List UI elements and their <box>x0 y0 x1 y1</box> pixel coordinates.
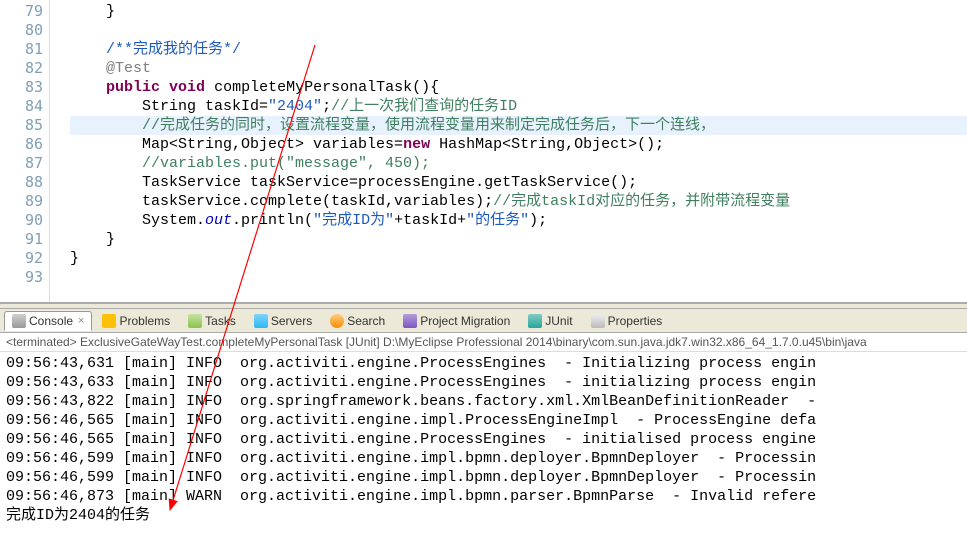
tab-properties[interactable]: Properties <box>583 311 671 331</box>
tab-problems[interactable]: Problems <box>94 311 178 331</box>
code-line[interactable]: } <box>70 2 967 21</box>
console-line: 09:56:46,599 [main] INFO org.activiti.en… <box>6 468 961 487</box>
code-line[interactable]: String taskId="2404";//上一次我们查询的任务ID <box>70 97 967 116</box>
code-editor[interactable]: 798081828384858687888990919293 } /**完成我的… <box>0 0 967 303</box>
bottom-tabs-bar: Console × Problems Tasks Servers Search Projec… <box>0 309 967 333</box>
tab-label: Tasks <box>205 314 236 328</box>
line-number: 84 <box>0 97 43 116</box>
code-line[interactable]: Map<String,Object> variables=new HashMap… <box>70 135 967 154</box>
tab-console[interactable]: Console × <box>4 311 92 331</box>
console-output[interactable]: 09:56:43,631 [main] INFO org.activiti.en… <box>0 352 967 527</box>
line-number: 87 <box>0 154 43 173</box>
code-line[interactable] <box>70 268 967 287</box>
line-number: 86 <box>0 135 43 154</box>
properties-icon <box>591 314 605 328</box>
console-line: 09:56:43,822 [main] INFO org.springframe… <box>6 392 961 411</box>
servers-icon <box>254 314 268 328</box>
code-line[interactable]: public void completeMyPersonalTask(){ <box>70 78 967 97</box>
tab-label: Problems <box>119 314 170 328</box>
line-number: 90 <box>0 211 43 230</box>
line-number: 85 <box>0 116 43 135</box>
tab-label: JUnit <box>545 314 572 328</box>
line-number: 79 <box>0 2 43 21</box>
console-line: 09:56:43,633 [main] INFO org.activiti.en… <box>6 373 961 392</box>
console-status-bar: <terminated> ExclusiveGateWayTest.comple… <box>0 333 967 352</box>
problems-icon <box>102 314 116 328</box>
code-content[interactable]: } /**完成我的任务*/ @Test public void complete… <box>50 0 967 302</box>
console-line: 09:56:46,599 [main] INFO org.activiti.en… <box>6 449 961 468</box>
line-number: 81 <box>0 40 43 59</box>
code-line[interactable]: taskService.complete(taskId,variables);/… <box>70 192 967 211</box>
code-line[interactable]: System.out.println("完成ID为"+taskId+"的任务")… <box>70 211 967 230</box>
console-line: 09:56:43,631 [main] INFO org.activiti.en… <box>6 354 961 373</box>
tab-search[interactable]: Search <box>322 311 393 331</box>
console-line: 09:56:46,873 [main] WARN org.activiti.en… <box>6 487 961 506</box>
console-line: 完成ID为2404的任务 <box>6 506 961 525</box>
project-migration-icon <box>403 314 417 328</box>
tab-label: Search <box>347 314 385 328</box>
code-line[interactable]: @Test <box>70 59 967 78</box>
line-number: 88 <box>0 173 43 192</box>
tab-label: Project Migration <box>420 314 510 328</box>
console-line: 09:56:46,565 [main] INFO org.activiti.en… <box>6 411 961 430</box>
tab-junit[interactable]: JUnit <box>520 311 580 331</box>
tab-label: Console <box>29 314 73 328</box>
tab-servers[interactable]: Servers <box>246 311 320 331</box>
tab-label: Properties <box>608 314 663 328</box>
code-line[interactable]: TaskService taskService=processEngine.ge… <box>70 173 967 192</box>
line-number: 89 <box>0 192 43 211</box>
tasks-icon <box>188 314 202 328</box>
line-number: 80 <box>0 21 43 40</box>
close-icon[interactable]: × <box>78 315 84 327</box>
tab-label: Servers <box>271 314 312 328</box>
console-line: 09:56:46,565 [main] INFO org.activiti.en… <box>6 430 961 449</box>
junit-icon <box>528 314 542 328</box>
line-number-gutter: 798081828384858687888990919293 <box>0 0 50 302</box>
code-line[interactable]: } <box>70 249 967 268</box>
line-number: 93 <box>0 268 43 287</box>
line-number: 92 <box>0 249 43 268</box>
code-line[interactable]: //完成任务的同时，设置流程变量，使用流程变量用来制定完成任务后，下一个连线， <box>70 116 967 135</box>
search-icon <box>330 314 344 328</box>
code-line[interactable]: } <box>70 230 967 249</box>
tab-project-migration[interactable]: Project Migration <box>395 311 518 331</box>
line-number: 82 <box>0 59 43 78</box>
line-number: 91 <box>0 230 43 249</box>
line-number: 83 <box>0 78 43 97</box>
code-line[interactable] <box>70 21 967 40</box>
console-icon <box>12 314 26 328</box>
tab-tasks[interactable]: Tasks <box>180 311 244 331</box>
code-line[interactable]: //variables.put("message", 450); <box>70 154 967 173</box>
code-line[interactable]: /**完成我的任务*/ <box>70 40 967 59</box>
